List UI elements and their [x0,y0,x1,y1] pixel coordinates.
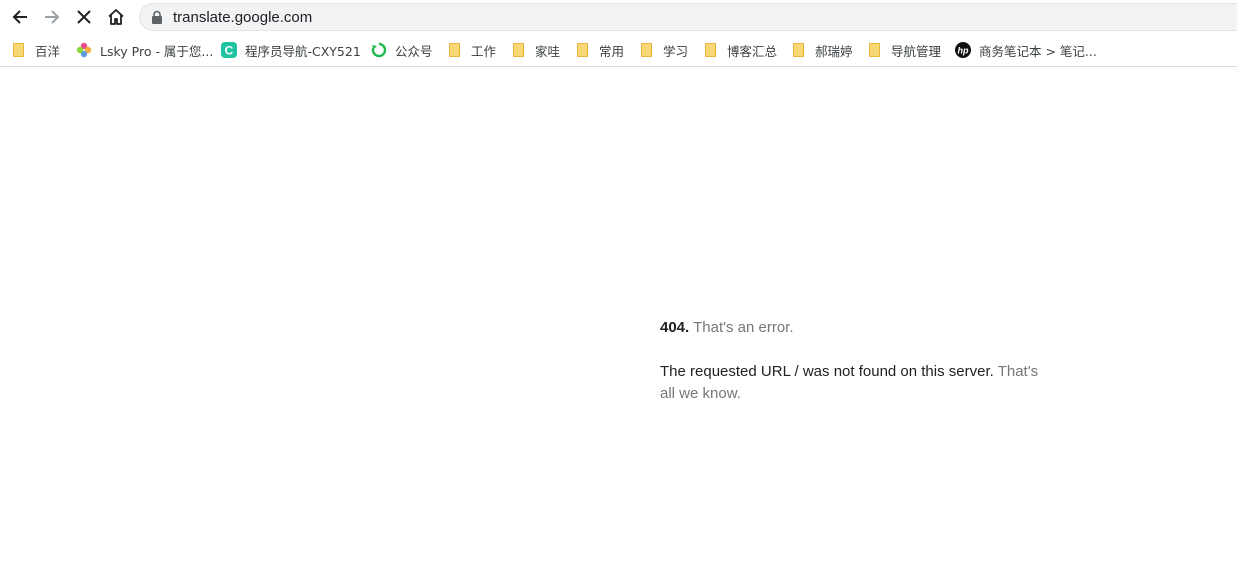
bookmark-shangwu-bijiben[interactable]: hp 商务笔记本 > 笔记... [955,40,1097,60]
bookmark-label: 公众号 [395,43,433,59]
error-message-block: 404. That's an error. The requested URL … [660,317,1050,405]
bookmark-lsky-pro[interactable]: Lsky Pro - 属于您... [76,40,213,60]
home-button[interactable] [103,4,129,30]
bookmark-label: 程序员导航-CXY521 [245,43,361,59]
bookmark-label: Lsky Pro - 属于您... [100,43,214,59]
bookmark-jiawa[interactable]: 家哇 [510,40,560,60]
bookmark-label: 百洋 [35,43,61,59]
folder-icon [513,43,524,57]
svg-text:hp: hp [958,46,969,56]
c-logo-icon: C [221,42,237,58]
bookmark-haoruiting[interactable]: 郝瑞婷 [790,40,853,60]
bookmark-gongzuo[interactable]: 工作 [446,40,496,60]
folder-icon [869,43,880,57]
home-icon [108,9,124,25]
bookmark-label: 商务笔记本 > 笔记... [979,43,1097,59]
folder-icon [793,43,804,57]
bookmark-boke-huizong[interactable]: 博客汇总 [702,40,777,60]
bookmark-label: 常用 [599,43,625,59]
hp-logo-icon: hp [955,42,971,58]
folder-icon [449,43,460,57]
folder-icon [641,43,652,57]
folder-icon [13,43,24,57]
pinwheel-icon [76,42,92,58]
folder-icon [577,43,588,57]
error-detail: The requested URL / was not found on thi… [660,361,1050,405]
bookmarks-bar: 百洋 Lsky Pro - 属于您... C 程序员导航-CXY521 公众号 … [0,34,1237,67]
bookmark-label: 家哇 [535,43,561,59]
bookmark-changyong[interactable]: 常用 [574,40,624,60]
bookmark-label: 郝瑞婷 [815,43,853,59]
forward-button[interactable] [39,4,65,30]
back-button[interactable] [7,4,33,30]
bookmark-label: 学习 [663,43,689,59]
error-heading: 404. That's an error. [660,317,1050,339]
url-text: translate.google.com [173,9,313,26]
stop-loading-button[interactable] [71,4,97,30]
error-message: The requested URL / was not found on thi… [660,363,994,380]
bookmark-gongzhonghao[interactable]: 公众号 [371,40,433,60]
close-icon [77,10,91,24]
error-title: That's an error. [693,319,794,336]
browser-toolbar: translate.google.com [0,0,1237,34]
address-bar[interactable]: translate.google.com [139,3,1237,31]
error-code: 404. [660,319,690,336]
svg-text:C: C [225,44,234,58]
bookmark-daohang-guanli[interactable]: 导航管理 [866,40,941,60]
bookmark-cxy521[interactable]: C 程序员导航-CXY521 [221,40,361,60]
forward-arrow-icon [45,10,60,24]
bookmark-label: 博客汇总 [727,43,778,59]
lock-icon [152,10,162,24]
bookmark-baiyang[interactable]: 百洋 [10,40,60,60]
bookmark-label: 工作 [471,43,497,59]
folder-icon [705,43,716,57]
bookmark-label: 导航管理 [891,43,942,59]
recycle-icon [371,42,387,58]
bookmark-xuexi[interactable]: 学习 [638,40,688,60]
back-arrow-icon [12,10,27,24]
